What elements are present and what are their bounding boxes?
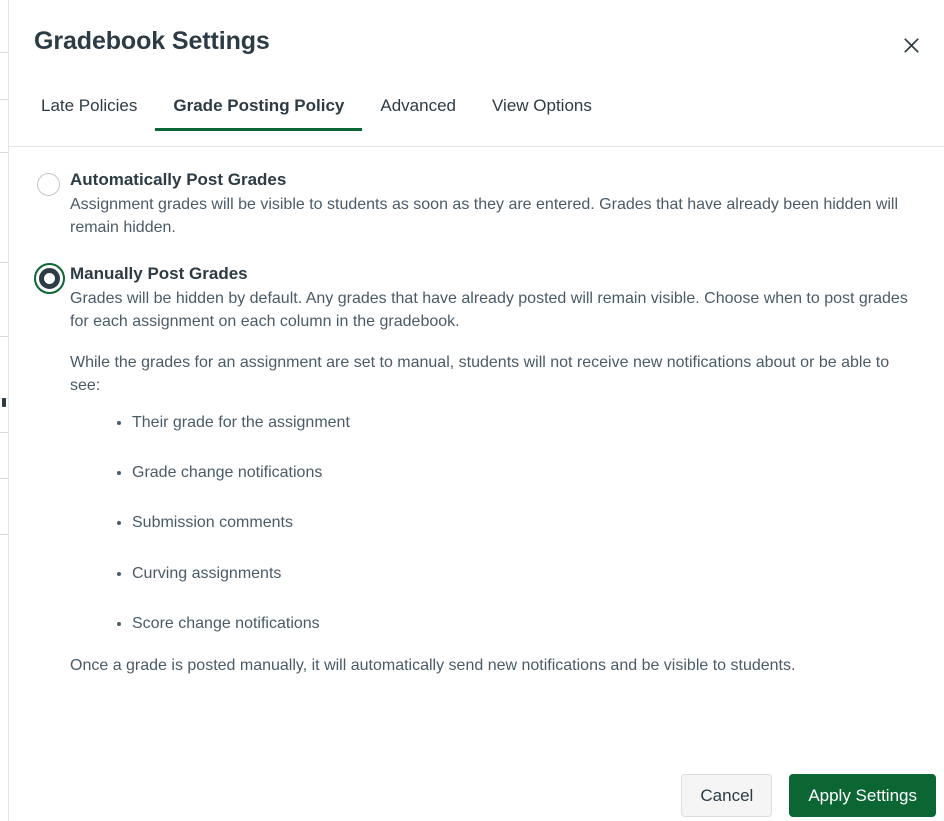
gradebook-settings-modal: Gradebook Settings Late Policies Grade P… [8, 0, 944, 821]
radio-description-manual-notifications: While the grades for an assignment are s… [70, 353, 890, 394]
list-item: Score change notifications [132, 612, 919, 635]
page-title: Gradebook Settings [34, 27, 270, 55]
close-button[interactable] [893, 27, 929, 63]
modal-header: Gradebook Settings [9, 0, 944, 82]
list-item: Curving assignments [132, 562, 919, 585]
radio-label-manually-post-grades[interactable]: Manually Post Grades [70, 263, 919, 286]
background-rule [0, 262, 8, 263]
background-rule [0, 99, 8, 100]
tab-bar: Late Policies Grade Posting Policy Advan… [9, 82, 944, 147]
background-rule [0, 432, 8, 433]
modal-footer: Cancel Apply Settings [9, 725, 944, 821]
radio-automatically-post-grades[interactable] [37, 173, 60, 196]
apply-settings-button[interactable]: Apply Settings [789, 774, 936, 817]
radio-description-automatically-post-grades: Assignment grades will be visible to stu… [70, 195, 899, 237]
manual-post-restrictions-list: Their grade for the assignment Grade cha… [70, 411, 919, 635]
background-rule [0, 478, 8, 479]
close-icon [903, 37, 920, 54]
tab-late-policies[interactable]: Late Policies [23, 82, 155, 131]
radio-label-automatically-post-grades[interactable]: Automatically Post Grades [70, 169, 919, 192]
cancel-button[interactable]: Cancel [681, 774, 773, 817]
modal-body: Automatically Post Grades Assignment gra… [9, 147, 944, 725]
list-item: Their grade for the assignment [132, 411, 919, 434]
list-item: Grade change notifications [132, 461, 919, 484]
grade-posting-policy-radio-group: Automatically Post Grades Assignment gra… [34, 169, 919, 677]
radio-option-manually-post-grades[interactable]: Manually Post Grades Grades will be hidd… [34, 263, 919, 677]
tab-advanced[interactable]: Advanced [362, 82, 474, 131]
underlying-page-sliver [0, 0, 8, 821]
radio-option-automatically-post-grades[interactable]: Automatically Post Grades Assignment gra… [34, 169, 919, 239]
manual-post-footnote: Once a grade is posted manually, it will… [70, 656, 796, 674]
radio-manually-post-grades[interactable] [34, 263, 65, 295]
background-rule [0, 534, 8, 535]
background-rule [0, 152, 8, 153]
list-item: Submission comments [132, 511, 919, 534]
radio-description-manually-post-grades: Grades will be hidden by default. Any gr… [70, 290, 908, 331]
background-rule [0, 336, 8, 337]
background-chip [2, 398, 6, 407]
tab-view-options[interactable]: View Options [474, 82, 610, 131]
tab-grade-posting-policy[interactable]: Grade Posting Policy [155, 82, 363, 132]
background-rule [0, 52, 8, 53]
